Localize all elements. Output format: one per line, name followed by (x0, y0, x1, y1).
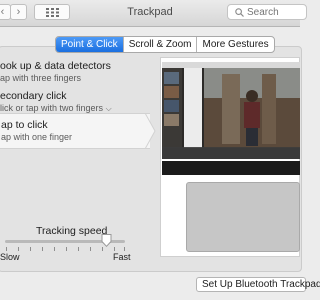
slider-tick (124, 247, 125, 251)
tab-more-gestures[interactable]: More Gestures (196, 37, 273, 52)
option-subtitle: ap with one finger (1, 132, 73, 142)
option-tap-to-click[interactable]: ap to click ap with one finger (0, 113, 150, 149)
slider-tick (54, 247, 55, 251)
preview-touch-bar (162, 161, 300, 175)
option-title: econdary click (0, 90, 67, 102)
slider-max-label: Fast (113, 252, 131, 262)
preview-screen (162, 62, 300, 159)
slider-tick (18, 247, 19, 251)
option-look-up[interactable]: ook up & data detectors ap with three fi… (0, 60, 111, 83)
option-title: ook up & data detectors (0, 60, 111, 72)
slider-tick (102, 247, 103, 251)
slider-tick (42, 247, 43, 251)
tracking-speed-label: Tracking speed (36, 225, 108, 237)
tab-scroll-and-zoom[interactable]: Scroll & Zoom (122, 37, 197, 52)
slider-tick (114, 247, 115, 251)
slider-tick (6, 247, 7, 251)
slider-thumb[interactable] (101, 234, 112, 247)
option-title: ap to click (1, 119, 48, 131)
setup-bluetooth-trackpad-button[interactable]: Set Up Bluetooth Trackpad (196, 277, 320, 292)
preview-photo-image (162, 62, 300, 159)
option-secondary-click[interactable]: econdary click lick or tap with two fing… (0, 90, 112, 114)
slider-min-label: Slow (0, 252, 20, 262)
slider-tick (66, 247, 67, 251)
option-subtitle: lick or tap with two fingers (0, 103, 104, 113)
search-field[interactable] (227, 4, 307, 20)
selected-option-pointer (145, 113, 156, 149)
chevron-down-icon[interactable]: ⌵ (106, 104, 112, 113)
trackpad-image (186, 182, 300, 252)
tab-point-and-click[interactable]: Point & Click (56, 37, 123, 52)
search-input[interactable] (247, 5, 302, 19)
search-icon (235, 8, 244, 17)
slider-tick (90, 247, 91, 251)
option-subtitle: ap with three fingers (0, 73, 82, 83)
window-toolbar: ‹ › Trackpad (0, 0, 307, 27)
preview-dock (162, 147, 300, 159)
slider-tick (30, 247, 31, 251)
slider-tick (78, 247, 79, 251)
tab-bar: Point & Click Scroll & Zoom More Gesture… (55, 36, 275, 53)
